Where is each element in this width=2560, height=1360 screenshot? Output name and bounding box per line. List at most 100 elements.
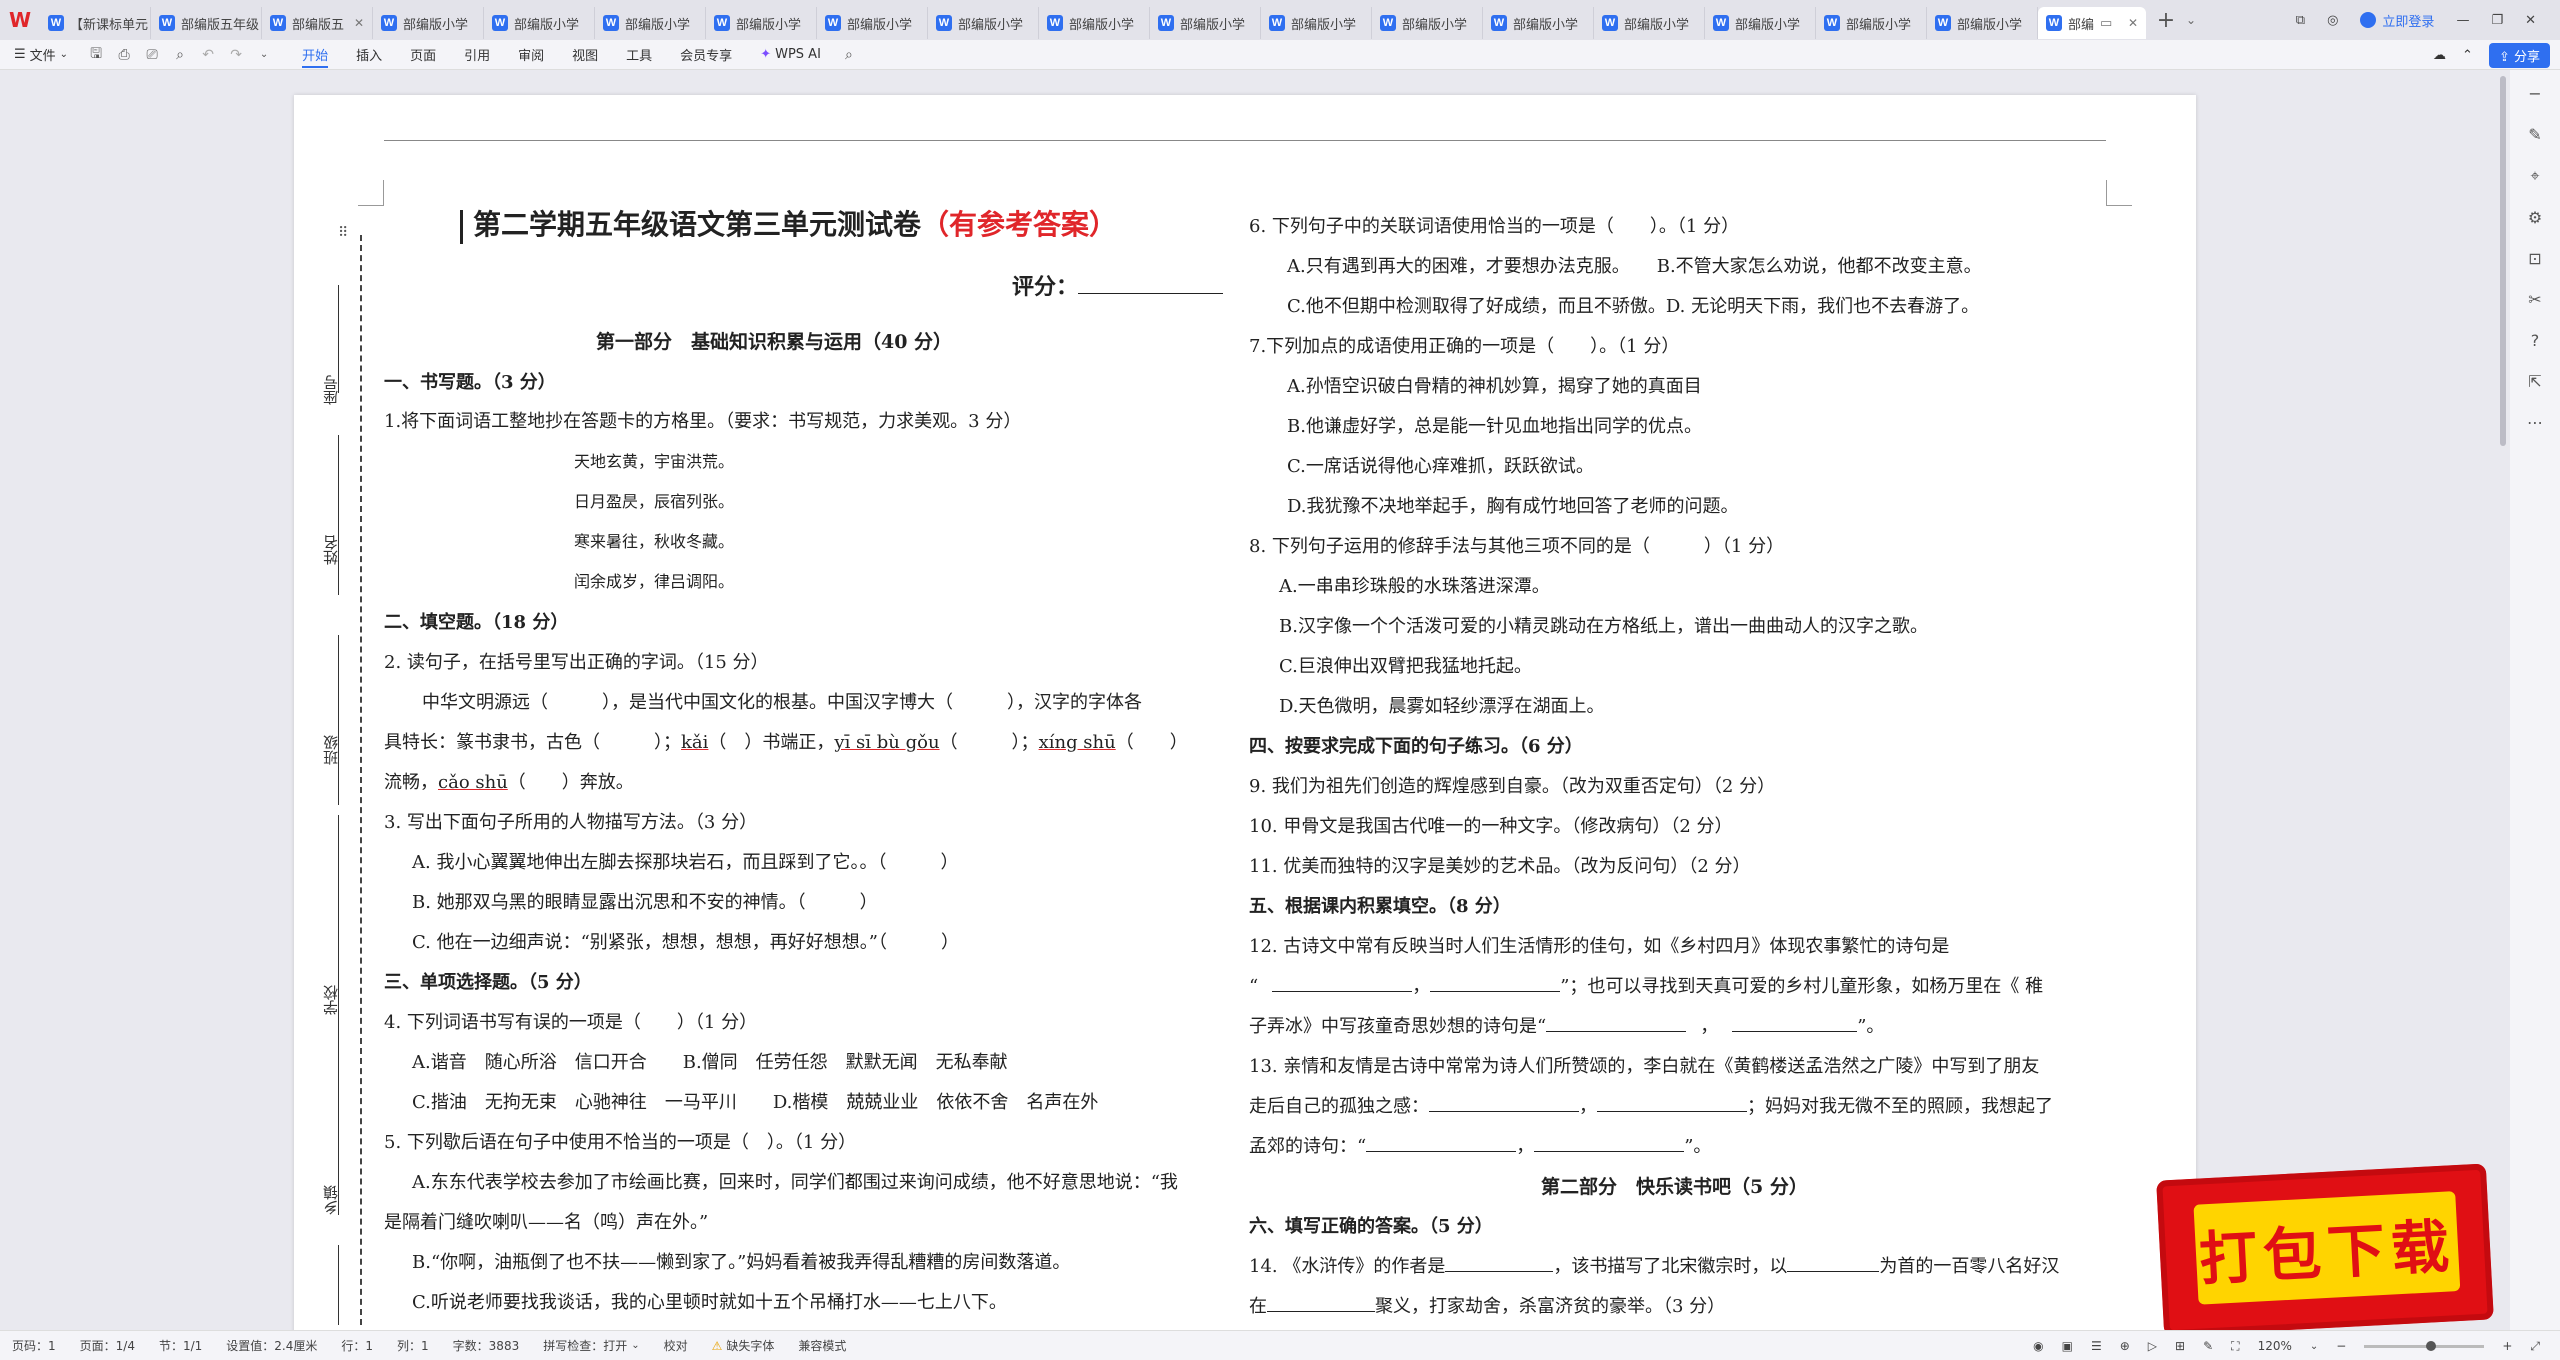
- login-button[interactable]: 立即登录: [2360, 11, 2434, 30]
- status-page-no[interactable]: 页码：1: [0, 1337, 68, 1354]
- document-tab[interactable]: W 部编版小学: [1150, 7, 1261, 39]
- menu-tab[interactable]: 审阅: [504, 40, 558, 70]
- document-tab[interactable]: W 部编版小学: [373, 7, 484, 39]
- print-icon[interactable]: ⎚: [138, 47, 166, 63]
- zoom-in-icon[interactable]: +: [2502, 1339, 2512, 1353]
- read-mode-icon[interactable]: ▷: [2148, 1339, 2157, 1353]
- close-icon[interactable]: ✕: [2128, 16, 2138, 30]
- undo-icon[interactable]: ↶: [194, 47, 222, 63]
- fullscreen-icon[interactable]: ⤢: [2530, 1339, 2540, 1354]
- zoom-out-icon[interactable]: −: [2336, 1339, 2346, 1353]
- maximize-icon[interactable]: ❐: [2491, 13, 2503, 28]
- chevron-down-icon[interactable]: ⌄: [2310, 1341, 2318, 1352]
- more-icon[interactable]: ⋯: [2527, 413, 2543, 432]
- export-icon[interactable]: ⎙: [110, 47, 138, 63]
- answer-blank[interactable]: [1546, 1010, 1687, 1032]
- document-tab[interactable]: W 部编版小学: [706, 7, 817, 39]
- document-tab[interactable]: W 部编版小学: [1261, 7, 1372, 39]
- window-controls: ⧉ ◎ 立即登录 — ❐ ✕: [2296, 0, 2560, 40]
- menu-tab[interactable]: 引用: [450, 40, 504, 70]
- edit-icon[interactable]: ✎: [2203, 1339, 2213, 1353]
- answer-blank[interactable]: [1445, 1250, 1554, 1272]
- restore-icon[interactable]: ⧉: [2296, 13, 2305, 28]
- proof-button[interactable]: 校对: [652, 1337, 700, 1354]
- document-tab[interactable]: W 部编版小学: [1483, 7, 1594, 39]
- chevron-down-icon[interactable]: ⌄: [2186, 13, 2196, 27]
- answer-blank[interactable]: [1430, 970, 1561, 992]
- menu-tab[interactable]: 插入: [342, 40, 396, 70]
- menu-tab[interactable]: 会员专享: [666, 40, 746, 70]
- document-tab[interactable]: W 部编版小学: [1372, 7, 1483, 39]
- list-view-icon[interactable]: ☰: [2091, 1339, 2102, 1353]
- menu-tab[interactable]: 工具: [612, 40, 666, 70]
- document-tab[interactable]: W 部编版小学: [1705, 7, 1816, 39]
- document-tab[interactable]: W 部编版小学: [817, 7, 928, 39]
- redo-icon[interactable]: ↷: [222, 47, 250, 63]
- document-page[interactable]: ⠿ 座号 姓名 班级 学校 乡镇 第二学期五年级语文第三单元测试卷（有参考答案）…: [294, 95, 2196, 1335]
- vertical-scrollbar[interactable]: [2498, 70, 2508, 1330]
- answer-blank[interactable]: [1366, 1130, 1517, 1152]
- settings-icon[interactable]: ⚙: [2528, 208, 2542, 227]
- new-tab-button[interactable]: +: [2146, 8, 2186, 33]
- answer-blank[interactable]: [1534, 1130, 1685, 1152]
- save-icon[interactable]: 🖫: [82, 43, 110, 67]
- monitor-icon[interactable]: ▭: [2100, 16, 2112, 31]
- menu-tab[interactable]: 页面: [396, 40, 450, 70]
- wps-logo-icon[interactable]: W: [0, 0, 40, 40]
- web-view-icon[interactable]: ⊕: [2120, 1339, 2130, 1353]
- help-icon[interactable]: ?: [2531, 331, 2540, 350]
- collapse-icon[interactable]: ⌃: [2462, 48, 2473, 63]
- document-tab[interactable]: W 【新课标单元: [40, 7, 151, 39]
- cloud-icon[interactable]: ☁: [2433, 48, 2446, 63]
- tools-icon[interactable]: ✂: [2528, 290, 2541, 309]
- window-close-icon[interactable]: ✕: [2525, 13, 2536, 28]
- close-icon[interactable]: ✕: [354, 16, 364, 30]
- document-tab[interactable]: W 部编版小学: [1039, 7, 1150, 39]
- cursor-icon[interactable]: ⌖: [2530, 166, 2539, 186]
- eye-icon[interactable]: ◉: [2033, 1339, 2043, 1353]
- menu-tab[interactable]: 开始: [288, 40, 342, 70]
- answer-blank[interactable]: [1787, 1250, 1880, 1272]
- search-icon[interactable]: ⌕: [835, 47, 863, 63]
- page-view-icon[interactable]: ▣: [2062, 1339, 2073, 1353]
- zoom-value[interactable]: 120%: [2258, 1339, 2292, 1353]
- document-tab[interactable]: W 部编版小学: [484, 7, 595, 39]
- document-tab[interactable]: W 部编版小学: [1927, 7, 2038, 39]
- download-badge[interactable]: 打包下载: [2156, 1163, 2494, 1337]
- answer-blank[interactable]: [1267, 1290, 1375, 1312]
- document-tab[interactable]: W 部编版小学: [928, 7, 1039, 39]
- minus-icon[interactable]: −: [2528, 84, 2541, 103]
- outline-icon[interactable]: ⊞: [2175, 1339, 2185, 1353]
- answer-blank[interactable]: [1732, 1010, 1858, 1032]
- zoom-knob[interactable]: [2426, 1340, 2437, 1351]
- document-tab[interactable]: W 部编版五年级: [151, 7, 262, 39]
- score-blank[interactable]: [1078, 272, 1224, 294]
- tab-active[interactable]: W 部编 ▭ ✕: [2038, 7, 2146, 39]
- menu-tab[interactable]: 视图: [558, 40, 612, 70]
- print-preview-icon[interactable]: ⌕: [166, 47, 194, 63]
- chevron-down-icon[interactable]: ⌄: [250, 49, 278, 60]
- review-icon[interactable]: ⊡: [2528, 249, 2541, 268]
- answer-blank[interactable]: [1272, 970, 1413, 992]
- file-menu-button[interactable]: ☰ 文件 ⌄: [0, 45, 82, 64]
- document-tab[interactable]: W 部编版五 ✕: [262, 7, 373, 39]
- missing-font-button[interactable]: ⚠ 缺失字体: [700, 1337, 787, 1354]
- answer-blank[interactable]: [1597, 1090, 1747, 1112]
- share-panel-icon[interactable]: ⇱: [2528, 372, 2541, 391]
- answer-blank[interactable]: [1429, 1090, 1579, 1112]
- pen-icon[interactable]: ✎: [2528, 125, 2541, 144]
- status-pages[interactable]: 页面：1/4: [68, 1337, 147, 1354]
- document-tab[interactable]: W 部编版小学: [595, 7, 706, 39]
- skin-icon[interactable]: ◎: [2327, 13, 2338, 28]
- fit-page-icon[interactable]: ⛶: [2231, 1339, 2239, 1354]
- spell-check-button[interactable]: 拼写检查：打开 ⌄: [531, 1337, 651, 1354]
- wps-ai-button[interactable]: ✦ WPS AI: [746, 47, 835, 62]
- document-tab[interactable]: W 部编版小学: [1594, 7, 1705, 39]
- zoom-slider[interactable]: [2364, 1340, 2485, 1351]
- status-words[interactable]: 字数：3883: [441, 1337, 532, 1354]
- share-button[interactable]: ⇪ 分享: [2488, 42, 2550, 68]
- scroll-thumb[interactable]: [2500, 76, 2506, 446]
- minimize-icon[interactable]: —: [2456, 13, 2469, 28]
- document-tab[interactable]: W 部编版小学: [1816, 7, 1927, 39]
- move-handle-icon[interactable]: ⠿: [338, 225, 348, 241]
